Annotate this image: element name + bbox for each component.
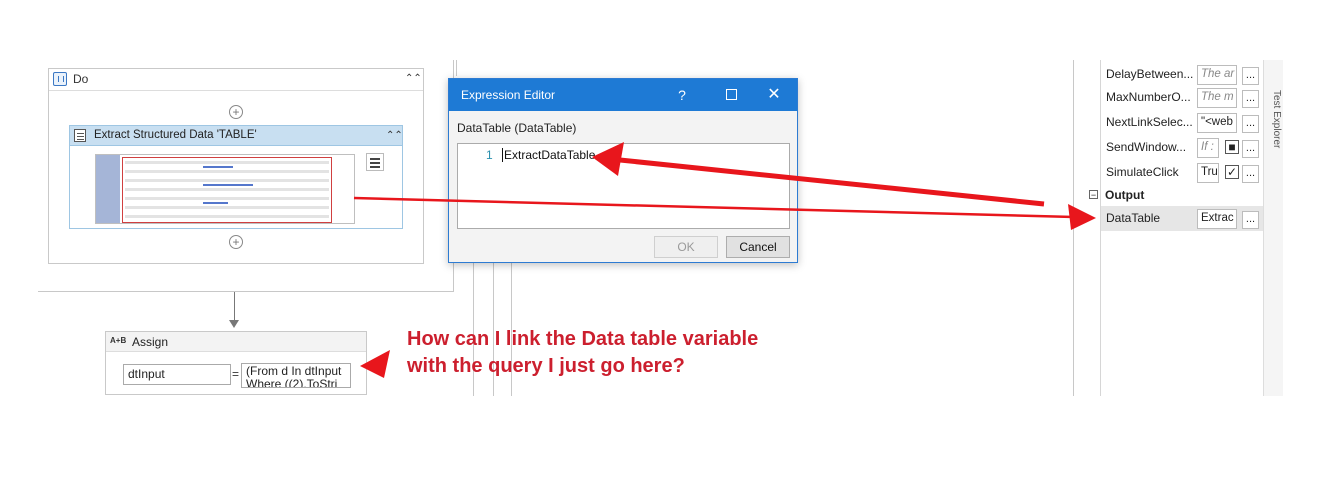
annotation-arrows [353,142,1096,378]
arrowhead-assign [360,350,390,378]
arrowhead-expression [592,142,624,176]
arrow-to-expression [619,157,1045,207]
arrow-to-datatable [353,196,1075,219]
arrowhead-datatable [1068,204,1096,230]
annotation-question: How can I link the Data table variable w… [407,328,759,377]
